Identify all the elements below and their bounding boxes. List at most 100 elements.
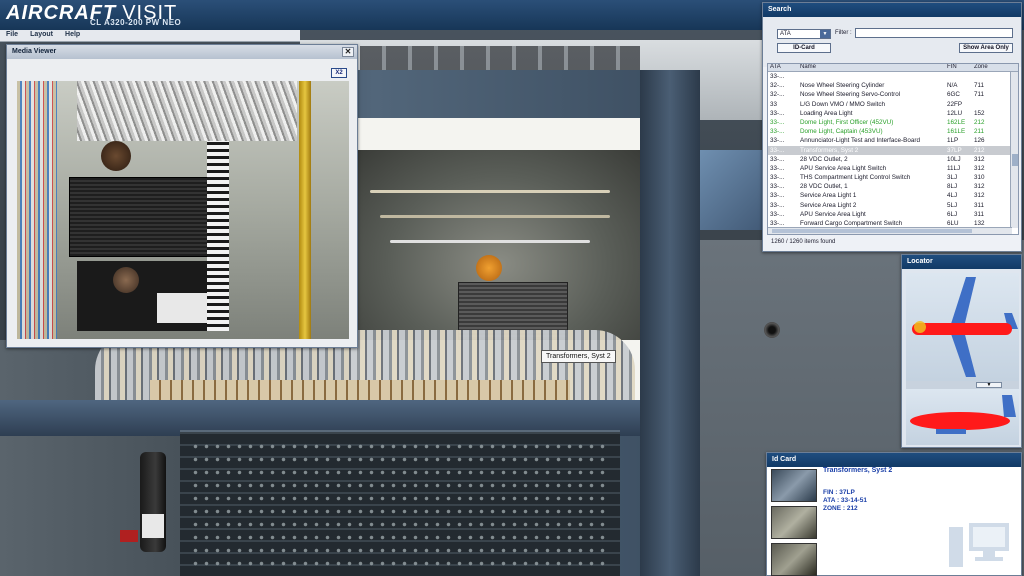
locator-title: Locator (907, 258, 933, 265)
table-row[interactable]: 33-... 28 VDC Outlet, 1 8LJ 312 (768, 182, 1018, 191)
locator-slider-knob[interactable]: ▼ (976, 382, 1002, 388)
chevron-down-icon[interactable]: ▼ (820, 30, 830, 38)
cell-ata: 33-... (770, 146, 785, 154)
thumbnail-3[interactable] (771, 543, 817, 576)
cell-name: Loading Area Light (800, 109, 853, 117)
component-tooltip: Transformers, Syst 2 (541, 350, 616, 363)
cell-name: Annunciator-Light Test and Interface-Boa… (800, 137, 920, 145)
cell-ata: 33-... (770, 155, 785, 163)
cell-fin: 22FP (947, 100, 963, 108)
cell-fin: N/A (947, 82, 958, 90)
filter-input[interactable] (855, 28, 1013, 38)
cell-ata: 32-... (770, 91, 785, 99)
table-row[interactable]: 33-... APU Service Area Light Switch 11LJ 3… (768, 164, 1018, 173)
results-horizontal-scrollbar[interactable] (768, 227, 1012, 234)
cell-fin: 6GC (947, 91, 960, 99)
scroll-thumb[interactable] (1012, 154, 1018, 166)
cell-zone: 311 (974, 201, 985, 209)
locator-top-view[interactable] (906, 273, 1019, 381)
table-row[interactable]: 33-... THS Compartment Light Control Swit… (768, 173, 1018, 182)
search-type-value: ATA (780, 31, 791, 37)
table-row[interactable]: 33-... Loading Area Light 12LU 152 (768, 109, 1018, 118)
cell-zone: 211 (974, 128, 985, 136)
column-header-name[interactable]: Name (798, 64, 945, 71)
cell-fin: 162LE (947, 118, 966, 126)
table-row[interactable]: 33-... 28 VDC Outlet, 2 10LJ 312 (768, 155, 1018, 164)
fire-extinguisher[interactable] (140, 452, 166, 552)
menu-file[interactable]: File (0, 30, 24, 41)
cell-fin: 10LJ (947, 155, 961, 163)
media-viewer-window: Media Viewer ✕ X2 (6, 44, 358, 348)
menu-layout[interactable]: Layout (24, 30, 59, 41)
thumbnail-1[interactable] (771, 469, 817, 502)
locator-side-view[interactable] (906, 389, 1019, 445)
table-row[interactable]: 33-... Service Area Light 1 4LJ 312 (768, 191, 1018, 200)
cell-fin: 4LJ (947, 192, 958, 200)
table-row[interactable]: 33-... Transformers, Syst 2 37LP 212 (768, 145, 1018, 155)
cell-name: THS Compartment Light Control Switch (800, 174, 911, 182)
search-type-select[interactable]: ATA ▼ (777, 29, 831, 39)
cell-fin: 37LP (947, 146, 962, 154)
wire (370, 190, 610, 193)
aircraft-side-view-icon (910, 395, 1016, 434)
id-card-thumbnails (771, 469, 819, 576)
locator-view-slider[interactable]: ▼ (906, 381, 1019, 389)
cell-name: L/G Down VMO / MMO Switch (800, 100, 886, 108)
column-header-fin[interactable]: FIN (945, 64, 972, 71)
cell-name: Dome Light, First Officer (452VU) (800, 118, 894, 126)
cell-zone: 312 (974, 155, 985, 163)
cell-fin: 8LJ (947, 183, 958, 191)
table-row[interactable]: 33-... Dome Light, Captain (453VU) 161LE 21… (768, 127, 1018, 136)
scroll-thumb[interactable] (772, 229, 972, 233)
cell-zone (972, 72, 1010, 81)
cell-name: Transformers, Syst 2 (800, 146, 859, 154)
media-viewer-titlebar[interactable]: Media Viewer ✕ (7, 45, 357, 59)
cell-zone: 126 (974, 137, 985, 145)
cell-name: Service Area Light 1 (800, 192, 857, 200)
search-titlebar[interactable]: Search (763, 3, 1021, 17)
table-row[interactable]: 33-... Service Area Light 2 5LJ 311 (768, 201, 1018, 210)
cell-zone: 711 (974, 82, 985, 90)
thumbnail-2[interactable] (771, 506, 817, 539)
photo-transformer-box (69, 177, 209, 257)
column-header-zone[interactable]: Zone (972, 64, 1010, 71)
cell-ata: 33-... (770, 183, 785, 191)
cell-ata: 33-... (770, 118, 785, 126)
wire (380, 215, 610, 218)
cell-ata: 33-... (770, 192, 785, 200)
results-table: ATA Name FIN Zone 33-... 32-... Nose Wheel… (767, 63, 1019, 235)
cell-name: APU Service Area Light (800, 210, 866, 218)
cell-zone: 711 (974, 91, 985, 99)
cell-zone: 212 (974, 146, 985, 154)
cell-fin: 5LJ (947, 201, 958, 209)
connector-pins (190, 440, 610, 570)
media-viewer-close-button[interactable]: ✕ (342, 47, 354, 57)
zoom-x2-button[interactable]: X2 (331, 68, 347, 78)
results-vertical-scrollbar[interactable] (1010, 72, 1018, 228)
wire (390, 240, 590, 243)
id-card-button[interactable]: ID-Card (777, 43, 831, 53)
id-card-titlebar[interactable]: Id Card (767, 453, 1021, 467)
column-header-ata[interactable]: ATA (768, 64, 798, 71)
table-row[interactable]: 33-... (768, 72, 1018, 81)
filter-label: Filter : (835, 30, 852, 36)
cell-ata: 33-... (770, 174, 785, 182)
door-frame (640, 70, 700, 576)
cell-fin (945, 72, 972, 81)
cell-ata: 33-... (770, 137, 785, 145)
cell-name: 28 VDC Outlet, 1 (800, 183, 848, 191)
media-viewer-title: Media Viewer (12, 48, 57, 55)
table-row[interactable]: 32-... Nose Wheel Steering Servo-Control 6… (768, 90, 1018, 99)
show-area-only-button[interactable]: Show Area Only (959, 43, 1013, 53)
aircraft-model-label: CL A320-200 PW NEO (90, 18, 182, 27)
table-row[interactable]: 33 L/G Down VMO / MMO Switch 22FP (768, 100, 1018, 109)
table-row[interactable]: 33-... Dome Light, First Officer (452VU) 1… (768, 118, 1018, 127)
locator-titlebar[interactable]: Locator (902, 255, 1021, 269)
wall-bolt (764, 322, 780, 338)
id-card-window: Id Card Transformers, Syst 2 FIN : 37LP … (766, 452, 1022, 576)
menu-help[interactable]: Help (59, 30, 86, 41)
table-row[interactable]: 33-... Annunciator-Light Test and Interfa… (768, 136, 1018, 145)
aircraft-top-view-icon (912, 277, 1018, 377)
table-row[interactable]: 32-... Nose Wheel Steering Cylinder N/A 711 (768, 81, 1018, 90)
table-row[interactable]: 33-... APU Service Area Light 6LJ 311 (768, 210, 1018, 219)
